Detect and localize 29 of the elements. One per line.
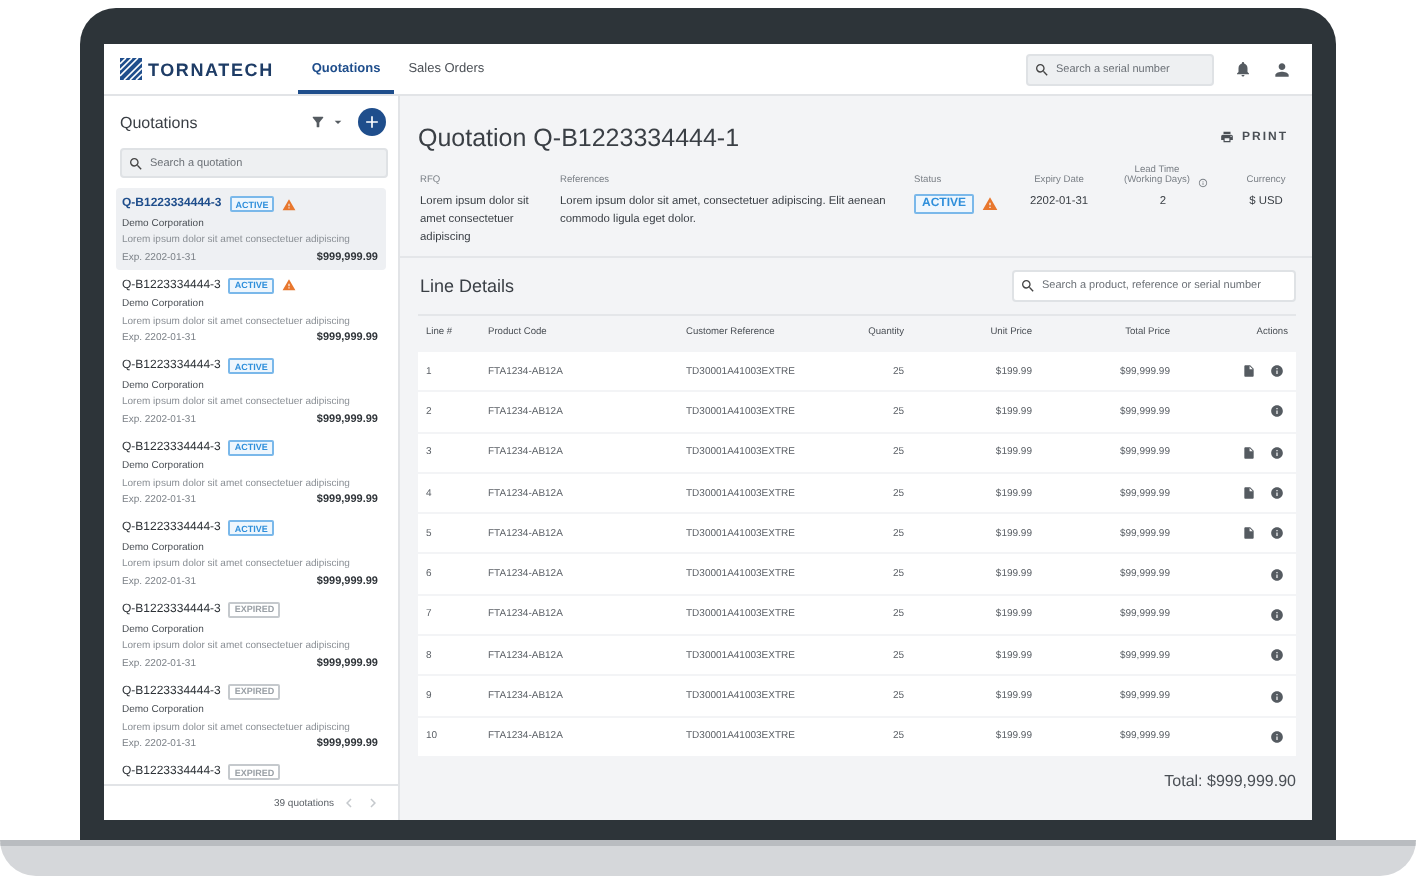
info-icon[interactable] [1270,404,1284,419]
info-icon[interactable] [1270,486,1284,501]
info-icon[interactable] [1270,445,1284,460]
document-icon[interactable] [1242,486,1256,501]
info-icon[interactable] [1270,607,1284,622]
info-icon[interactable] [1270,729,1284,744]
printer-icon [1220,130,1234,144]
notifications-icon[interactable] [1234,60,1252,78]
search-icon [128,155,144,171]
quotation-title: Quotation Q-B1223334444-1 [418,123,742,151]
add-button[interactable] [358,108,386,136]
search-icon [1034,61,1050,77]
document-icon[interactable] [1242,445,1256,460]
info-icon[interactable] [1270,689,1284,704]
info-icon[interactable] [1270,526,1284,541]
info-icon[interactable] [1270,567,1284,582]
total-amount: Total: $999,999.90 [1164,771,1296,790]
filter-icon[interactable] [310,114,326,130]
info-icon[interactable] [1270,648,1284,663]
search-icon [1020,278,1036,294]
logo-icon [120,58,142,80]
info-icon[interactable] [1270,364,1284,379]
plus-icon [362,112,382,132]
sidebar-title: Quotations [120,113,200,131]
section-title: Line Details [420,276,515,296]
document-icon[interactable] [1242,364,1256,379]
document-icon[interactable] [1242,526,1256,541]
user-icon[interactable] [1272,59,1292,79]
logo-text: TORNATECH [148,59,274,79]
